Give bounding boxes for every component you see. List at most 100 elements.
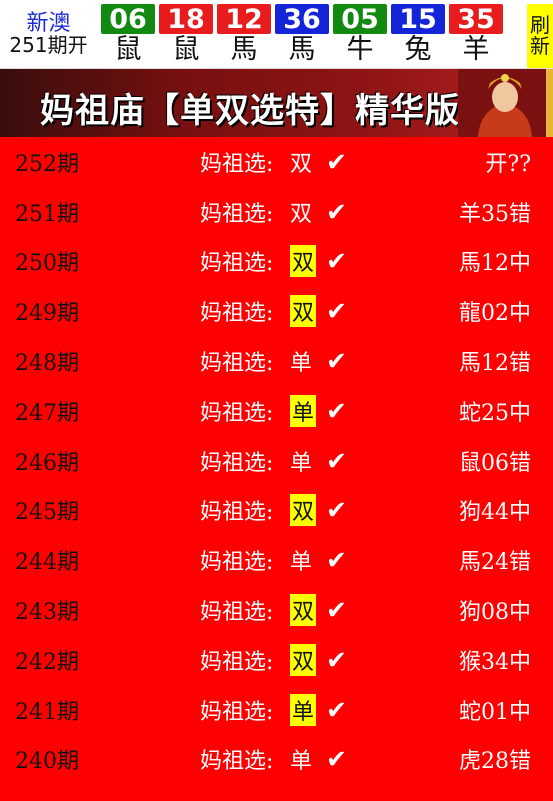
- check-icon: ✔: [326, 446, 347, 476]
- period-label: 251期开: [9, 33, 88, 58]
- prediction-row: 241期 妈祖选: 单 ✔ 蛇01中: [0, 685, 553, 735]
- row-period: 247期: [15, 400, 79, 426]
- prediction-row: 243期 妈祖选: 双 ✔ 狗08中: [0, 585, 553, 635]
- row-pick: 单: [290, 450, 313, 476]
- draw-ball: 35 羊: [449, 4, 503, 68]
- row-label: 妈祖选:: [200, 201, 274, 227]
- check-icon: ✔: [326, 495, 347, 525]
- ball-zodiac: 羊: [462, 34, 490, 65]
- ball-zodiac: 馬: [230, 34, 258, 65]
- check-icon: ✔: [326, 595, 347, 625]
- prediction-row: 245期 妈祖选: 双 ✔ 狗44中: [0, 486, 553, 536]
- row-pick: 单: [290, 351, 313, 377]
- row-label: 妈祖选:: [200, 151, 274, 177]
- mazu-statue-image: [458, 69, 553, 137]
- draw-ball: 18 鼠: [159, 4, 213, 68]
- refresh-label-2: 新: [530, 34, 550, 58]
- row-pick: 双: [290, 643, 317, 676]
- row-pick: 双: [290, 151, 313, 177]
- refresh-label-1: 刷: [530, 13, 550, 37]
- row-result: 龍02中: [459, 301, 531, 327]
- row-period: 245期: [15, 500, 79, 526]
- check-icon: ✔: [326, 296, 347, 326]
- row-result: 开??: [485, 151, 531, 177]
- row-period: 244期: [15, 550, 79, 576]
- prediction-row: 248期 妈祖选: 单 ✔ 馬12错: [0, 336, 553, 386]
- prediction-list: 252期 妈祖选: 双 ✔ 开?? 251期 妈祖选: 双 ✔ 羊35错 250期 妈祖选: 双 ✔ 馬12…: [0, 137, 553, 801]
- ball-number: 12: [217, 4, 271, 35]
- ball-number: 36: [275, 4, 329, 35]
- row-period: 242期: [15, 649, 79, 675]
- row-period: 251期: [15, 201, 79, 227]
- region-label: 新澳: [26, 10, 71, 36]
- row-label: 妈祖选:: [200, 500, 274, 526]
- row-pick: 单: [290, 693, 317, 726]
- row-result: 馬12错: [459, 351, 531, 377]
- prediction-row: 242期 妈祖选: 双 ✔ 猴34中: [0, 635, 553, 685]
- row-label: 妈祖选:: [200, 251, 274, 277]
- draw-ball: 05 牛: [333, 4, 387, 68]
- check-icon: ✔: [326, 346, 347, 376]
- row-period: 241期: [15, 699, 79, 725]
- ball-number: 18: [159, 4, 213, 35]
- row-pick: 双: [290, 245, 317, 278]
- row-label: 妈祖选:: [200, 400, 274, 426]
- draw-ball: 12 馬: [217, 4, 271, 68]
- row-pick: 单: [290, 550, 313, 576]
- row-result: 羊35错: [459, 201, 531, 227]
- row-pick: 单: [290, 394, 317, 427]
- row-label: 妈祖选:: [200, 649, 274, 675]
- row-label: 妈祖选:: [200, 450, 274, 476]
- check-icon: ✔: [326, 197, 347, 227]
- draw-ball: 15 兔: [391, 4, 445, 68]
- draw-meta: 新澳 251期开: [0, 0, 97, 68]
- row-result: 蛇25中: [459, 400, 531, 426]
- draw-header: 新澳 251期开 06 鼠 18 鼠 12 馬 36 馬 05 牛 15 兔 35 羊 刷 新: [0, 0, 553, 69]
- refresh-button[interactable]: 刷 新: [527, 4, 553, 68]
- check-icon: ✔: [326, 744, 347, 774]
- draw-ball: 06 鼠: [101, 4, 155, 68]
- row-pick: 双: [290, 201, 313, 227]
- banner-title: 妈祖庙【单双选特】精华版: [40, 91, 460, 131]
- row-label: 妈祖选:: [200, 749, 274, 775]
- ball-zodiac: 鼠: [172, 34, 200, 65]
- row-label: 妈祖选:: [200, 699, 274, 725]
- check-icon: ✔: [326, 396, 347, 426]
- prediction-row: 250期 妈祖选: 双 ✔ 馬12中: [0, 237, 553, 287]
- prediction-row: 240期 妈祖选: 单 ✔ 虎28错: [0, 735, 553, 785]
- check-icon: ✔: [326, 147, 347, 177]
- prediction-row: 246期 妈祖选: 单 ✔ 鼠06错: [0, 436, 553, 486]
- row-result: 狗44中: [459, 500, 531, 526]
- row-pick: 双: [290, 295, 317, 328]
- banner: 妈祖庙【单双选特】精华版: [0, 69, 553, 137]
- row-result: 馬24错: [459, 550, 531, 576]
- ball-zodiac: 牛: [346, 34, 374, 65]
- ball-zodiac: 兔: [404, 34, 432, 65]
- ball-number: 35: [449, 4, 503, 35]
- check-icon: ✔: [326, 645, 347, 675]
- row-result: 鼠06错: [459, 450, 531, 476]
- draw-ball: 36 馬: [275, 4, 329, 68]
- row-period: 250期: [15, 251, 79, 277]
- check-icon: ✔: [326, 545, 347, 575]
- check-icon: ✔: [326, 246, 347, 276]
- prediction-row: 249期 妈祖选: 双 ✔ 龍02中: [0, 286, 553, 336]
- row-pick: 单: [290, 749, 313, 775]
- prediction-row: 252期 妈祖选: 双 ✔ 开??: [0, 137, 553, 187]
- row-period: 249期: [15, 301, 79, 327]
- row-label: 妈祖选:: [200, 600, 274, 626]
- row-period: 240期: [15, 749, 79, 775]
- ball-number: 06: [101, 4, 155, 35]
- ball-zodiac: 馬: [288, 34, 316, 65]
- ball-zodiac: 鼠: [114, 34, 142, 65]
- row-period: 243期: [15, 600, 79, 626]
- ball-number: 15: [391, 4, 445, 35]
- row-result: 蛇01中: [459, 699, 531, 725]
- row-pick: 双: [290, 494, 317, 527]
- draw-balls: 06 鼠 18 鼠 12 馬 36 馬 05 牛 15 兔 35 羊: [97, 0, 527, 68]
- ball-number: 05: [333, 4, 387, 35]
- row-result: 馬12中: [459, 251, 531, 277]
- row-period: 246期: [15, 450, 79, 476]
- prediction-row: 244期 妈祖选: 单 ✔ 馬24错: [0, 535, 553, 585]
- row-label: 妈祖选:: [200, 351, 274, 377]
